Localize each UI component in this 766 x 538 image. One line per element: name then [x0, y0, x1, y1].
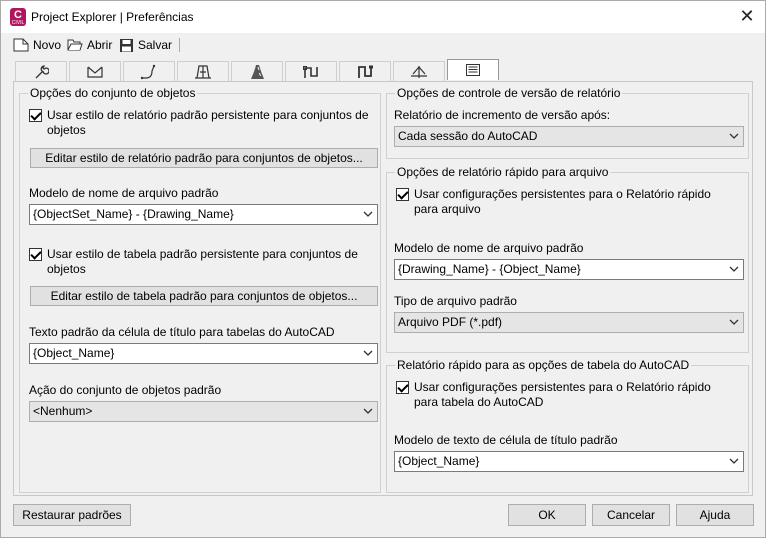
filename-template-label: Modelo de nome de arquivo padrão: [29, 186, 219, 200]
tab-parcels[interactable]: [177, 61, 229, 81]
object-set-options-title: Opções do conjunto de objetos: [28, 86, 198, 100]
tab-pressure-networks[interactable]: [339, 61, 391, 81]
tab-points[interactable]: [69, 61, 121, 81]
table-style-checkbox[interactable]: [29, 248, 42, 261]
quick-table-persist-checkbox[interactable]: [396, 381, 409, 394]
save-button[interactable]: Salvar: [119, 36, 172, 54]
alignment-curve-icon: [140, 64, 156, 79]
chevron-down-icon: [729, 266, 739, 272]
object-set-action-select[interactable]: <Nenhum>: [29, 401, 378, 422]
quick-table-title-cell-value: {Object_Name}: [398, 454, 480, 468]
envelope-icon: [87, 66, 103, 78]
quick-table-persist-checkbox-row[interactable]: Usar configurações persistentes para o R…: [396, 380, 736, 410]
chevron-down-icon: [363, 408, 373, 414]
version-increment-select[interactable]: Cada sessão do AutoCAD: [394, 126, 744, 147]
title-cell-text-value: {Object_Name}: [33, 346, 115, 360]
title-cell-text-combo[interactable]: {Object_Name}: [29, 343, 378, 364]
title-cell-text-label: Texto padrão da célula de título para ta…: [29, 325, 335, 339]
chevron-down-icon: [729, 319, 739, 325]
quick-report-table-title: Relatório rápido para as opções de tabel…: [395, 358, 692, 372]
quick-report-table-group: Relatório rápido para as opções de tabel…: [386, 358, 749, 493]
version-control-title: Opções de controle de versão de relatóri…: [395, 86, 623, 100]
report-icon: [466, 64, 480, 76]
quick-file-filename-combo[interactable]: {Drawing_Name} - {Object_Name}: [394, 259, 744, 280]
help-button[interactable]: Ajuda: [676, 504, 754, 526]
edit-table-style-button[interactable]: Editar estilo de tabela padrão para conj…: [30, 286, 378, 306]
toolbar-separator: [179, 38, 180, 52]
object-set-action-label: Ação do conjunto de objetos padrão: [29, 383, 222, 397]
open-button[interactable]: Abrir: [67, 36, 112, 54]
close-icon[interactable]: ✕: [737, 5, 757, 27]
wrench-icon: [35, 64, 49, 78]
preferences-dialog: C CIVIL Project Explorer | Preferências …: [0, 0, 766, 538]
open-label: Abrir: [87, 38, 113, 52]
edit-report-style-button[interactable]: Editar estilo de relatório padrão para c…: [30, 148, 378, 168]
tab-reports[interactable]: [447, 59, 499, 80]
quick-file-persist-checkbox-row[interactable]: Usar configurações persistentes para o R…: [396, 187, 736, 217]
new-button[interactable]: Novo: [13, 36, 61, 54]
version-control-group: Opções de controle de versão de relatóri…: [386, 86, 749, 159]
road-icon: [251, 64, 264, 79]
version-increment-value: Cada sessão do AutoCAD: [398, 129, 538, 143]
civil3d-app-icon: C CIVIL: [10, 8, 26, 26]
chevron-down-icon: [729, 458, 739, 464]
version-increment-label: Relatório de incremento de versão após:: [394, 108, 611, 122]
quick-file-type-select[interactable]: Arquivo PDF (*.pdf): [394, 312, 744, 333]
report-style-checkbox-label: Usar estilo de relatório padrão persiste…: [47, 108, 369, 137]
quick-file-type-value: Arquivo PDF (*.pdf): [398, 315, 503, 329]
report-style-checkbox[interactable]: [29, 109, 42, 122]
chevron-down-icon: [363, 350, 373, 356]
window-title: Project Explorer | Preferências: [31, 10, 194, 24]
object-set-options-group: Opções do conjunto de objetos Usar estil…: [19, 86, 381, 493]
app-icon-sub: CIVIL: [11, 20, 25, 26]
save-disk-icon: [120, 38, 133, 52]
save-label: Salvar: [138, 38, 173, 52]
pipe-network-icon: [303, 65, 318, 78]
tab-profiles[interactable]: [393, 61, 445, 81]
new-label: Novo: [33, 38, 62, 52]
tab-alignments[interactable]: [123, 61, 175, 81]
tab-content-panel: Opções do conjunto de objetos Usar estil…: [13, 81, 753, 496]
filename-template-combo[interactable]: {ObjectSet_Name} - {Drawing_Name}: [29, 204, 378, 225]
report-style-checkbox-row[interactable]: Usar estilo de relatório padrão persiste…: [29, 108, 369, 138]
table-style-checkbox-row[interactable]: Usar estilo de tabela padrão persistente…: [29, 247, 369, 277]
folder-open-icon: [67, 39, 83, 51]
ok-button[interactable]: OK: [508, 504, 586, 526]
quick-report-file-title: Opções de relatório rápido para arquivo: [395, 165, 611, 179]
quick-file-persist-label: Usar configurações persistentes para o R…: [414, 187, 711, 216]
tab-pipe-networks[interactable]: [285, 61, 337, 81]
quick-file-filename-value: {Drawing_Name} - {Object_Name}: [398, 262, 581, 276]
quick-table-persist-label: Usar configurações persistentes para o R…: [414, 380, 711, 409]
tab-corridors[interactable]: [231, 61, 283, 81]
toolbar: Novo Abrir Salvar: [1, 33, 765, 57]
parcel-icon: [195, 64, 211, 79]
new-document-icon: [13, 38, 29, 52]
quick-file-persist-checkbox[interactable]: [396, 188, 409, 201]
quick-file-type-label: Tipo de arquivo padrão: [394, 294, 517, 308]
pressure-network-icon: [358, 65, 373, 78]
title-bar: C CIVIL Project Explorer | Preferências …: [1, 1, 765, 33]
chevron-down-icon: [363, 211, 373, 217]
chevron-down-icon: [729, 133, 739, 139]
restore-defaults-button[interactable]: Restaurar padrões: [13, 504, 131, 526]
filename-template-value: {ObjectSet_Name} - {Drawing_Name}: [33, 207, 234, 221]
profile-icon: [411, 65, 427, 78]
quick-table-title-cell-label: Modelo de texto de célula de título padr…: [394, 433, 618, 447]
quick-file-filename-label: Modelo de nome de arquivo padrão: [394, 241, 584, 255]
tab-general[interactable]: [15, 61, 67, 81]
table-style-checkbox-label: Usar estilo de tabela padrão persistente…: [47, 247, 358, 276]
cancel-button[interactable]: Cancelar: [592, 504, 670, 526]
quick-table-title-cell-combo[interactable]: {Object_Name}: [394, 451, 744, 472]
object-set-action-value: <Nenhum>: [33, 404, 93, 418]
quick-report-file-group: Opções de relatório rápido para arquivo …: [386, 165, 749, 353]
